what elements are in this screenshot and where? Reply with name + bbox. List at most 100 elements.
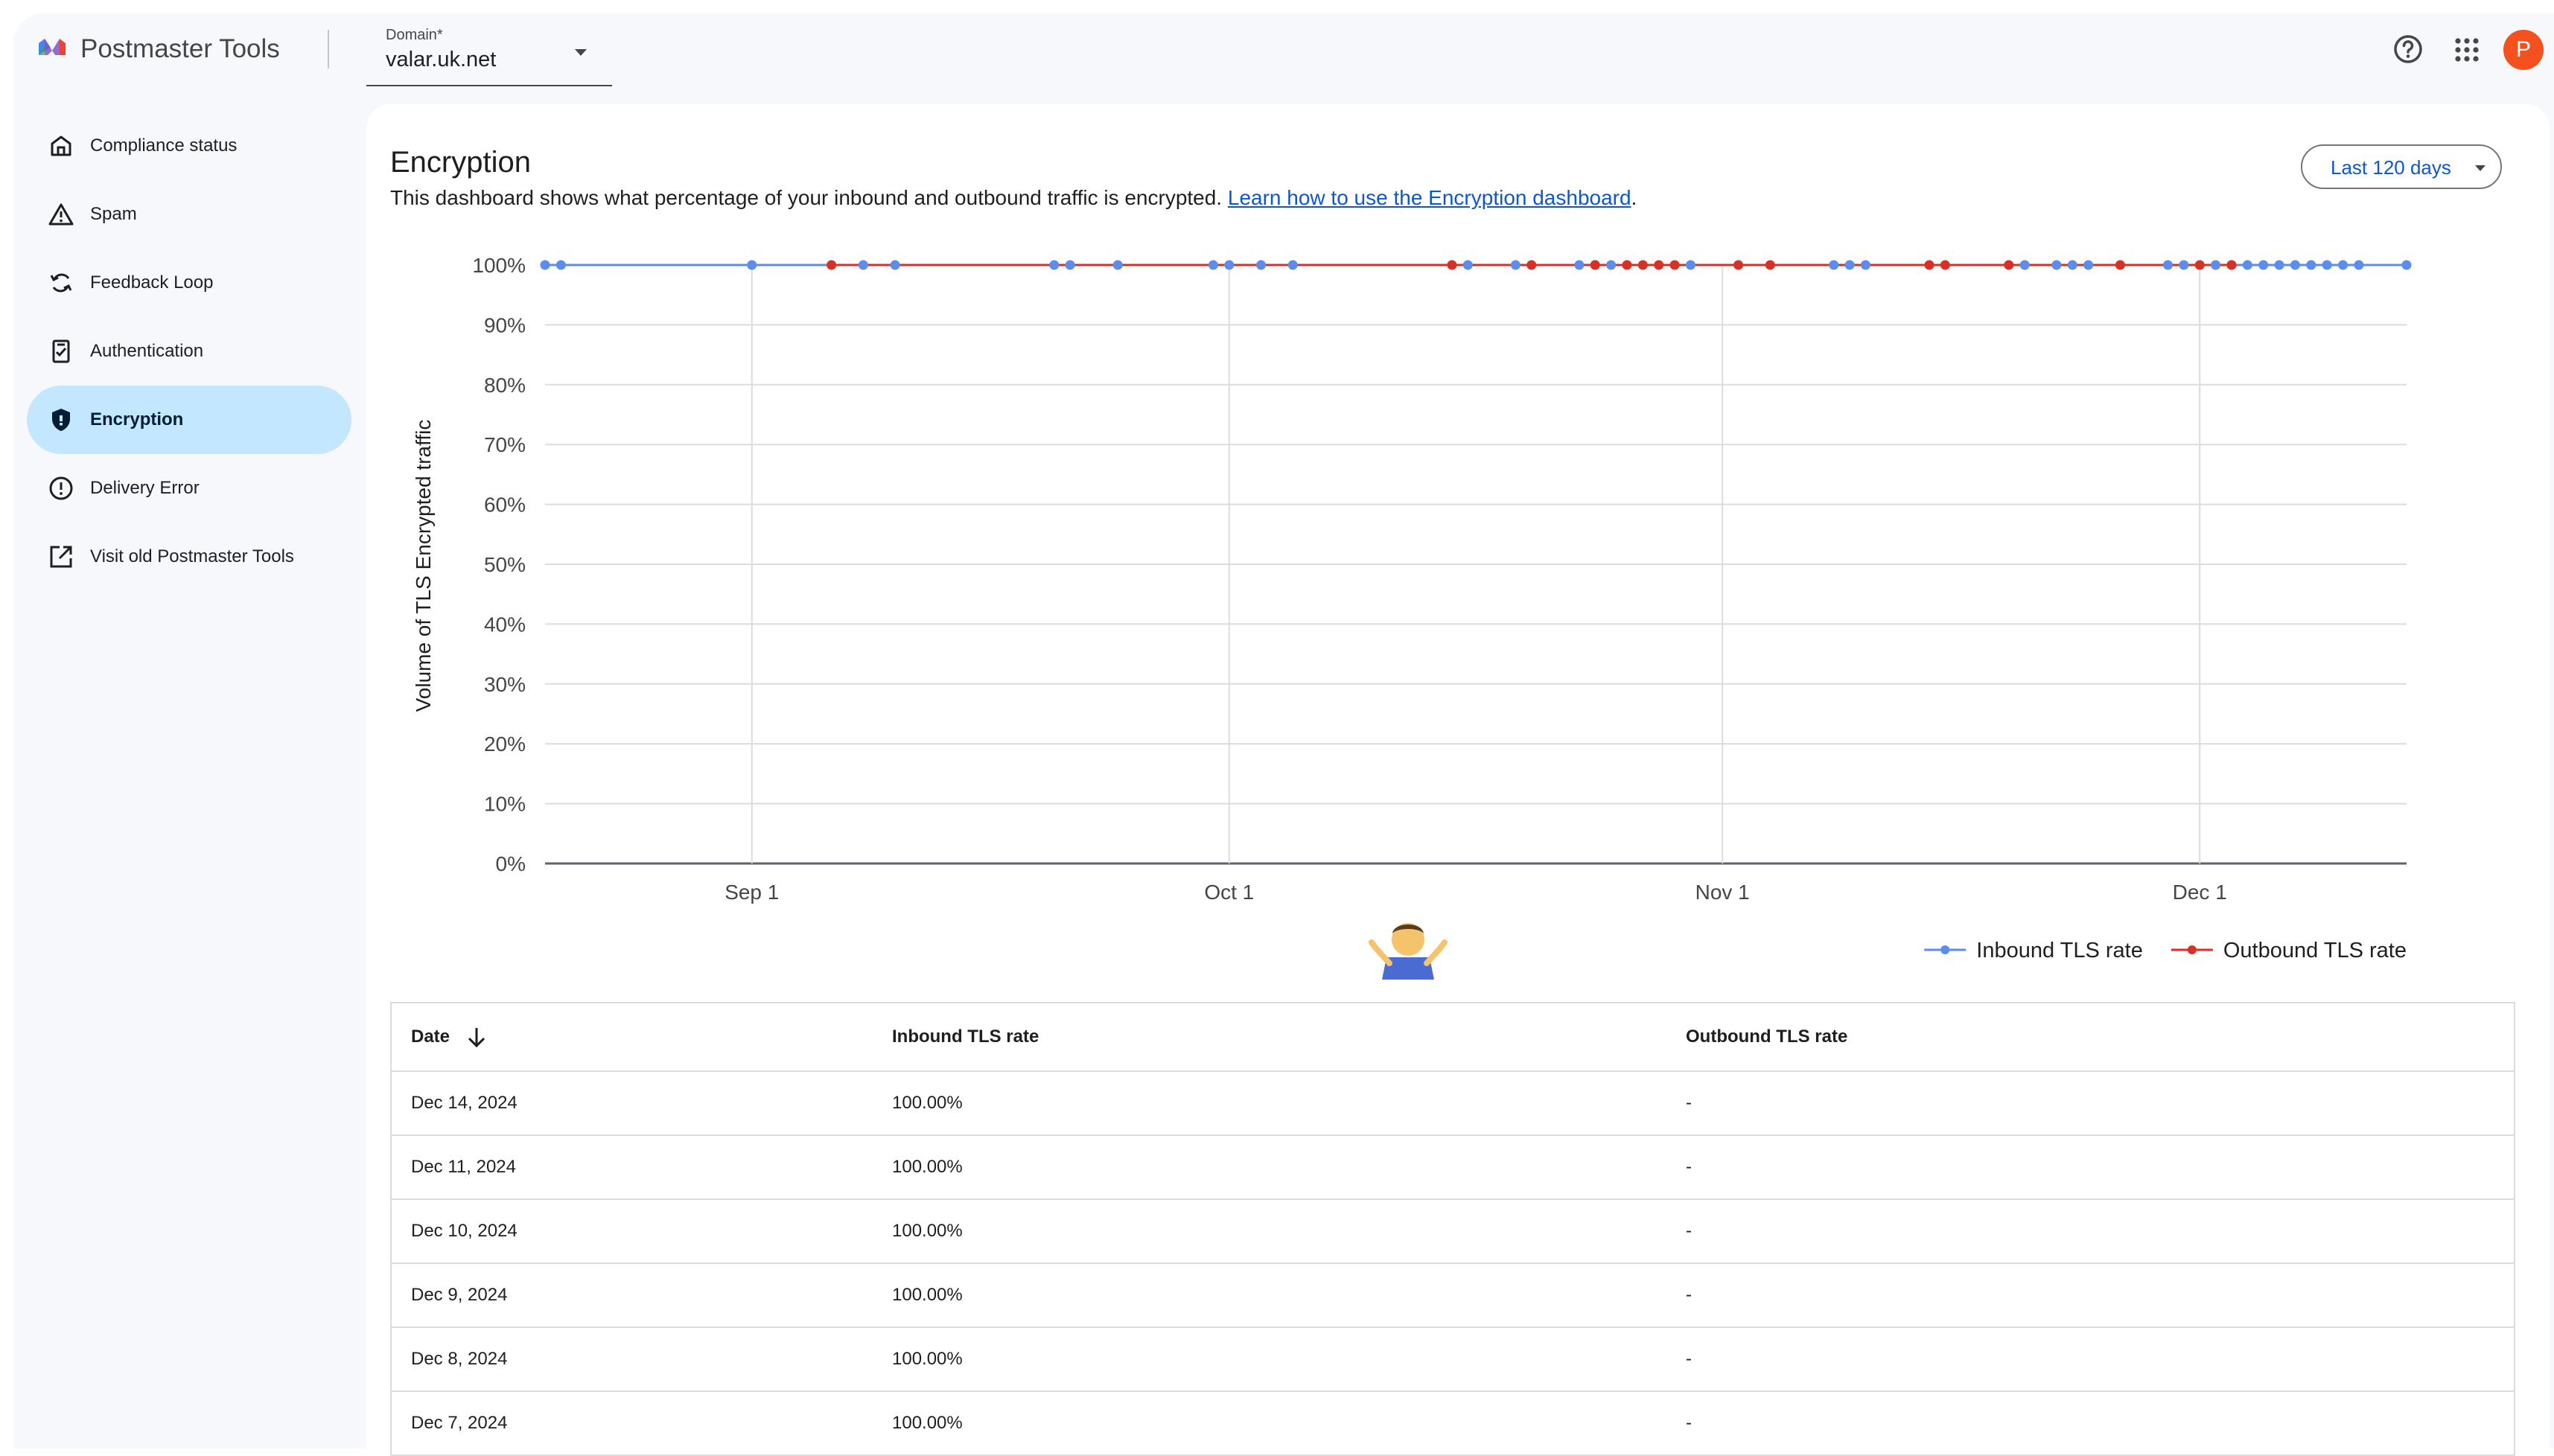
sidebar-item-encryption[interactable]: Encryption xyxy=(27,386,351,454)
table-row: Dec 7, 2024 100.00% - xyxy=(392,1392,2514,1456)
x-tick-label: Sep 1 xyxy=(725,881,779,904)
cell-outbound: - xyxy=(1686,1349,1692,1369)
data-point-outbound xyxy=(1526,260,1537,270)
learn-more-link[interactable]: Learn how to use the Encryption dashboar… xyxy=(1228,186,1631,209)
data-point-inbound xyxy=(2306,260,2316,270)
cell-inbound: 100.00% xyxy=(892,1413,963,1433)
page-description: This dashboard shows what percentage of … xyxy=(390,186,1637,210)
cell-date: Dec 14, 2024 xyxy=(411,1093,518,1113)
cell-outbound: - xyxy=(1686,1093,1692,1113)
legend-swatch-marker xyxy=(2187,945,2197,954)
data-point-inbound xyxy=(747,260,757,270)
data-point-inbound xyxy=(2162,260,2173,270)
sidebar-item-feedback-loop[interactable]: Feedback Loop xyxy=(27,249,351,317)
data-point-inbound xyxy=(1287,260,1298,270)
data-point-inbound xyxy=(1829,260,1839,270)
y-tick-label: 50% xyxy=(484,553,526,576)
cell-outbound: - xyxy=(1686,1157,1692,1177)
sidebar-item-spam[interactable]: Spam xyxy=(27,180,351,249)
sidebar-item-label: Encryption xyxy=(90,409,184,430)
cell-date: Dec 10, 2024 xyxy=(411,1221,518,1241)
data-point-outbound xyxy=(827,260,837,270)
sidebar-item-delivery-error[interactable]: Delivery Error xyxy=(27,454,351,523)
column-header-label: Date xyxy=(411,1026,450,1047)
page-title: Encryption xyxy=(390,146,531,179)
data-point-inbound xyxy=(1861,260,1871,270)
data-point-inbound xyxy=(1256,260,1267,270)
y-tick-label: 70% xyxy=(484,433,526,456)
description-text: This dashboard shows what percentage of … xyxy=(390,186,1223,209)
data-point-inbound xyxy=(1844,260,1855,270)
data-point-inbound xyxy=(2051,260,2062,270)
data-point-inbound xyxy=(2401,260,2412,270)
shrug-emoji-icon xyxy=(1369,923,1448,980)
avatar[interactable]: P xyxy=(2503,30,2544,70)
table-row: Dec 10, 2024 100.00% - xyxy=(392,1200,2514,1264)
home-icon xyxy=(51,135,71,156)
data-point-inbound xyxy=(2290,260,2300,270)
cell-inbound: 100.00% xyxy=(892,1093,963,1113)
app-title: Postmaster Tools xyxy=(80,34,280,63)
column-header-inbound: Inbound TLS rate xyxy=(892,1026,1039,1047)
postmaster-logo xyxy=(39,39,66,55)
date-range-button[interactable]: Last 120 days xyxy=(2301,144,2502,189)
data-point-outbound xyxy=(1733,260,1744,270)
data-point-outbound xyxy=(2115,260,2125,270)
cell-inbound: 100.00% xyxy=(892,1221,963,1241)
sidebar-item-authentication[interactable]: Authentication xyxy=(27,317,351,386)
x-tick-label: Dec 1 xyxy=(2173,881,2227,904)
data-point-inbound xyxy=(555,260,566,270)
cell-inbound: 100.00% xyxy=(892,1157,963,1177)
data-point-inbound xyxy=(1685,260,1695,270)
data-point-inbound xyxy=(2338,260,2348,270)
data-point-inbound xyxy=(1112,260,1123,270)
data-point-inbound xyxy=(890,260,900,270)
data-point-outbound xyxy=(1447,260,1457,270)
encryption-table: Date Inbound TLS rate Outbound TLS rate … xyxy=(390,1002,2515,1456)
error-icon xyxy=(49,476,73,500)
data-point-inbound xyxy=(1208,260,1218,270)
sidebar-item-label: Visit old Postmaster Tools xyxy=(90,546,294,566)
help-circle-icon[interactable] xyxy=(2392,33,2424,66)
y-tick-label: 40% xyxy=(484,613,526,636)
sidebar-item-compliance-status[interactable]: Compliance status xyxy=(27,112,351,180)
sidebar-item-visit-old-postmaster[interactable]: Visit old Postmaster Tools xyxy=(27,523,351,591)
data-point-inbound xyxy=(1462,260,1473,270)
column-header-date[interactable]: Date xyxy=(411,1003,488,1070)
chevron-down-icon xyxy=(575,49,587,56)
data-point-inbound xyxy=(540,260,550,270)
chart-legend: Outbound TLS rate Inbound TLS rate xyxy=(1924,939,2407,962)
table-row: Dec 9, 2024 100.00% - xyxy=(392,1264,2514,1328)
arrow-down-icon[interactable] xyxy=(465,1025,488,1049)
data-point-inbound xyxy=(2322,260,2332,270)
table-row: Dec 14, 2024 100.00% - xyxy=(392,1072,2514,1136)
chevron-down-icon xyxy=(2475,165,2485,171)
data-point-outbound xyxy=(1654,260,1664,270)
data-point-outbound xyxy=(1940,260,1950,270)
open-in-new-icon xyxy=(50,546,72,568)
y-tick-label: 30% xyxy=(484,673,526,696)
sidebar-nav: Compliance status Spam Feedback Loop Aut… xyxy=(27,112,351,591)
data-point-inbound xyxy=(2083,260,2094,270)
cell-date: Dec 11, 2024 xyxy=(411,1157,516,1177)
data-point-outbound xyxy=(1765,260,1775,270)
sidebar-item-label: Compliance status xyxy=(90,135,238,156)
data-point-outbound xyxy=(1590,260,1600,270)
data-point-inbound xyxy=(2354,260,2364,270)
data-point-inbound xyxy=(2179,260,2189,270)
table-row: Dec 11, 2024 100.00% - xyxy=(392,1136,2514,1200)
cell-outbound: - xyxy=(1686,1285,1692,1305)
domain-value: valar.uk.net xyxy=(386,48,497,71)
chart-y-axis-label: Volume of TLS Encrypted traffic xyxy=(412,420,435,712)
domain-select[interactable]: Domain* valar.uk.net xyxy=(366,19,612,86)
data-point-inbound xyxy=(2019,260,2030,270)
shield-icon xyxy=(52,409,70,431)
data-point-inbound xyxy=(1606,260,1617,270)
data-point-inbound xyxy=(2211,260,2221,270)
x-tick-label: Oct 1 xyxy=(1204,881,1254,904)
cell-inbound: 100.00% xyxy=(892,1285,963,1305)
apps-grid-icon[interactable] xyxy=(2453,36,2481,64)
cell-inbound: 100.00% xyxy=(892,1349,963,1369)
y-tick-label: 60% xyxy=(484,494,526,517)
domain-label: Domain* xyxy=(386,27,443,43)
